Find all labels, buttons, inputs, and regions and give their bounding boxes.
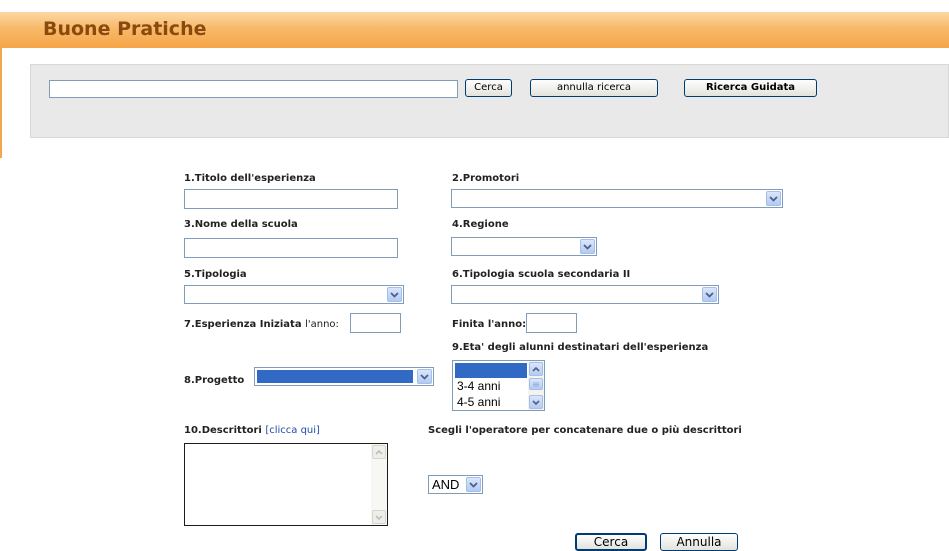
titolo-field[interactable] (184, 189, 398, 209)
guided-search-button[interactable]: Ricerca Guidata (684, 79, 817, 97)
chevron-down-icon[interactable] (702, 287, 717, 302)
chevron-down-icon[interactable] (529, 395, 543, 409)
descrittori-link[interactable]: [clicca qui] (265, 425, 320, 436)
scuola-label: 3.Nome della scuola (184, 219, 298, 230)
list-item[interactable] (455, 363, 527, 378)
header-bar: Buone Pratiche (0, 12, 949, 48)
tipologia-label: 5.Tipologia (184, 269, 247, 280)
tipologia-select[interactable] (184, 285, 404, 304)
chevron-down-icon[interactable] (580, 239, 595, 254)
progetto-label: 8.Progetto (184, 375, 245, 386)
finita-year-field[interactable] (526, 313, 577, 333)
page-title: Buone Pratiche (43, 18, 207, 40)
search-button[interactable]: Cerca (465, 79, 512, 97)
chevron-down-icon[interactable] (766, 191, 781, 206)
search-panel (30, 64, 949, 138)
progetto-selected-highlight (257, 370, 413, 383)
tipologia-sec-select[interactable] (451, 285, 719, 304)
operatore-select[interactable]: AND (428, 475, 483, 494)
chevron-down-icon[interactable] (466, 477, 481, 492)
cancel-search-button[interactable]: annulla ricerca (530, 79, 658, 97)
descrittori-label-text: 10.Descrittori (184, 425, 262, 436)
left-accent-line (0, 48, 2, 158)
eta-listbox[interactable]: 3-4 anni 4-5 anni (452, 360, 545, 411)
descrittori-label: 10.Descrittori [clicca qui] (184, 425, 320, 436)
iniziata-year-field[interactable] (350, 313, 401, 333)
promotori-label: 2.Promotori (452, 173, 520, 184)
chevron-down-icon[interactable] (387, 287, 402, 302)
list-item[interactable]: 3-4 anni (455, 379, 500, 394)
finita-label: Finita l'anno: (452, 319, 527, 330)
scrollbar[interactable] (528, 361, 544, 410)
chevron-up-icon[interactable] (372, 445, 386, 459)
iniziata-label: 7.Esperienza Iniziata l'anno: (184, 319, 339, 330)
reset-button[interactable]: Annulla (660, 533, 738, 551)
operatore-label: Scegli l'operatore per concatenare due o… (428, 425, 742, 436)
operatore-value: AND (432, 477, 460, 492)
tipologia-sec-label: 6.Tipologia scuola secondaria II (452, 269, 631, 280)
chevron-up-icon[interactable] (529, 362, 543, 376)
progetto-select[interactable] (254, 367, 434, 386)
descrittori-textarea[interactable] (184, 443, 388, 526)
list-item[interactable]: 4-5 anni (455, 395, 500, 410)
promotori-select[interactable] (451, 189, 783, 208)
eta-label: 9.Eta' degli alunni destinatari dell'esp… (452, 342, 709, 353)
scrollbar[interactable] (371, 444, 387, 525)
iniziata-label-text: 7.Esperienza Iniziata (184, 319, 302, 330)
scuola-field[interactable] (184, 238, 398, 258)
chevron-down-icon[interactable] (417, 369, 432, 384)
search-input[interactable] (49, 80, 458, 98)
chevron-down-icon[interactable] (372, 510, 386, 524)
regione-label: 4.Regione (452, 219, 509, 230)
scroll-thumb[interactable] (529, 378, 543, 390)
submit-search-button[interactable]: Cerca (575, 533, 647, 551)
iniziata-label-suffix: l'anno: (305, 319, 339, 330)
regione-select[interactable] (451, 237, 597, 256)
titolo-label: 1.Titolo dell'esperienza (184, 173, 316, 184)
